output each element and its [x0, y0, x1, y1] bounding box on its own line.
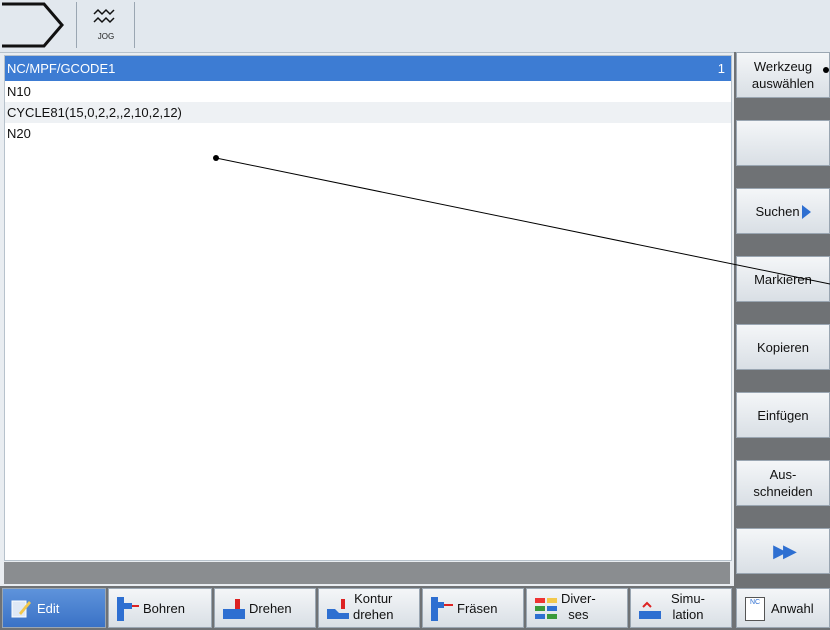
kontur-label-2: drehen: [353, 607, 394, 622]
vertical-softkey-bar: Werkzeug auswählen Suchen Markieren Kopi…: [734, 52, 830, 586]
simulation-tab[interactable]: Simu- lation: [630, 588, 732, 628]
editor-title-bar: NC/MPF/GCODE1 1: [5, 56, 731, 81]
werkzeug-label-2: auswählen: [751, 76, 815, 91]
jog-label: JOG: [97, 32, 115, 41]
code-line[interactable]: N20: [5, 123, 731, 144]
einfuegen-label: Einfügen: [757, 407, 809, 423]
machine-area-button[interactable]: [0, 2, 77, 48]
simulation-icon: [639, 601, 661, 619]
markieren-label: Markieren: [754, 271, 812, 287]
misc-icon: [535, 598, 557, 619]
diverses-label: Diver- ses: [561, 591, 596, 623]
werkzeug-label-1: Werkzeug: [753, 59, 813, 74]
channel-number: 1: [717, 61, 725, 76]
turning-icon: [223, 599, 245, 619]
double-arrow-right-icon: ▶▶: [773, 540, 797, 561]
more-softkeys-button[interactable]: ▶▶: [736, 528, 830, 574]
markieren-button[interactable]: Markieren: [736, 256, 830, 302]
horizontal-softkey-bar: Edit Bohren Drehen Kontur drehen Fräsen …: [0, 586, 830, 630]
program-editor[interactable]: NC/MPF/GCODE1 1 N10 CYCLE81(15,0,2,2,,2,…: [4, 55, 732, 561]
program-path: NC/MPF/GCODE1: [7, 61, 116, 76]
ausschneiden-label-1: Aus-: [769, 467, 797, 482]
kontur-drehen-label: Kontur drehen: [353, 591, 393, 623]
jog-mode-button[interactable]: JOG: [78, 2, 135, 48]
bohren-tab[interactable]: Bohren: [108, 588, 212, 628]
milling-icon: [431, 597, 453, 621]
drehen-label: Drehen: [249, 600, 292, 616]
simu-label-1: Simu-: [671, 591, 705, 606]
editor-status-bar: [4, 562, 730, 584]
divers-label-2: ses: [568, 607, 589, 622]
drilling-icon: [117, 597, 139, 621]
kontur-label-1: Kontur: [354, 591, 393, 606]
top-bar: JOG: [0, 0, 830, 53]
arrow-right-icon: [801, 205, 811, 220]
drehen-tab[interactable]: Drehen: [214, 588, 316, 628]
simu-label-2: lation: [672, 607, 704, 622]
kontur-drehen-tab[interactable]: Kontur drehen: [318, 588, 420, 628]
werkzeug-auswaehlen-button[interactable]: Werkzeug auswählen: [736, 52, 830, 98]
code-line[interactable]: CYCLE81(15,0,2,2,,2,10,2,12): [5, 102, 731, 123]
machine-area-icon: [2, 2, 64, 48]
edit-label: Edit: [37, 600, 60, 616]
fraesen-tab[interactable]: Fräsen: [422, 588, 524, 628]
fraesen-label: Fräsen: [457, 600, 498, 616]
bohren-label: Bohren: [143, 600, 185, 616]
pencil-icon: [11, 600, 31, 618]
suchen-label: Suchen: [755, 203, 800, 219]
nc-badge: NC: [749, 599, 761, 606]
edit-tab[interactable]: Edit: [2, 588, 106, 628]
empty-softkey[interactable]: [736, 120, 830, 166]
kopieren-button[interactable]: Kopieren: [736, 324, 830, 370]
jog-wave-icon: [93, 8, 115, 24]
code-line[interactable]: N10: [5, 81, 731, 102]
kopieren-label: Kopieren: [756, 339, 810, 355]
nc-file-icon: NC: [745, 597, 765, 621]
divers-label-1: Diver-: [561, 591, 596, 606]
einfuegen-button[interactable]: Einfügen: [736, 392, 830, 438]
ausschneiden-button[interactable]: Aus- schneiden: [736, 460, 830, 506]
ausschneiden-label-2: schneiden: [753, 484, 813, 499]
hmi-screen: JOG NC/MPF/GCODE1 1 N10 CYCLE81(15,0,2,2…: [0, 0, 830, 630]
contour-turning-icon: [327, 599, 349, 619]
diverses-tab[interactable]: Diver- ses: [526, 588, 628, 628]
anwahl-tab[interactable]: NC Anwahl: [736, 588, 830, 628]
anwahl-label: Anwahl: [771, 600, 814, 616]
suchen-button[interactable]: Suchen: [736, 188, 830, 234]
simulation-label: Simu- lation: [671, 591, 705, 623]
